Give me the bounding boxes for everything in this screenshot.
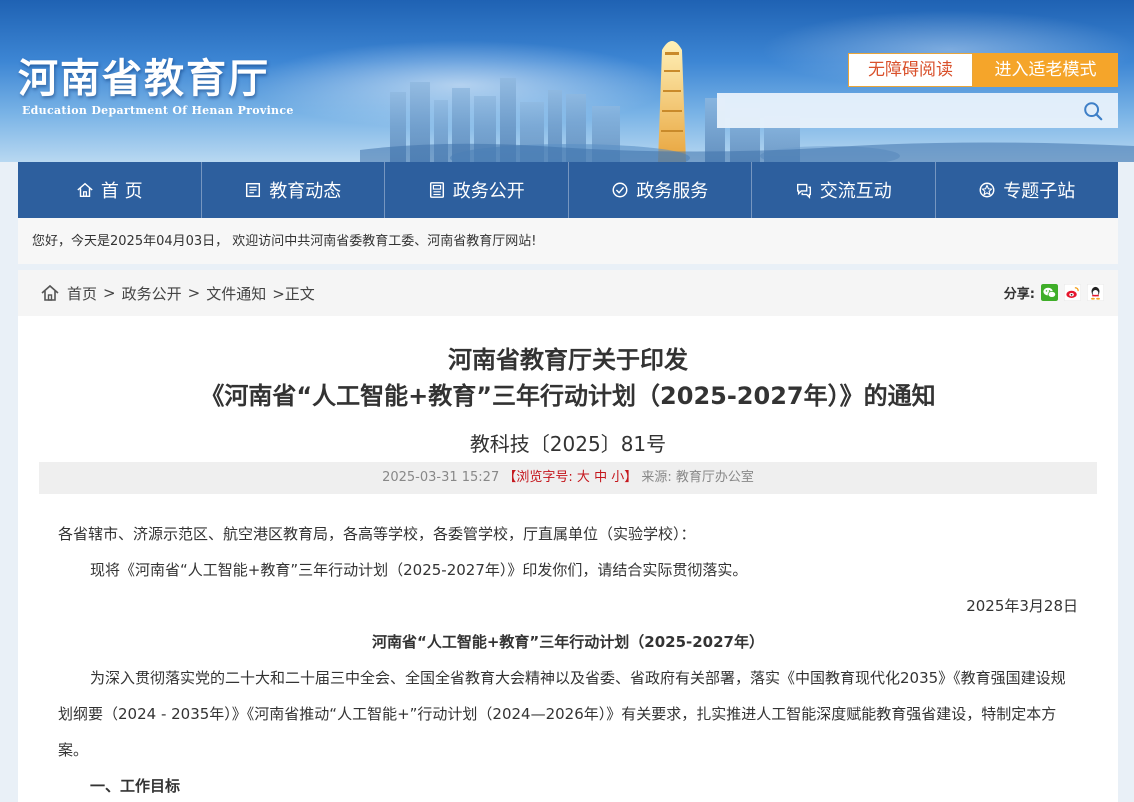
breadcrumb-notices-link[interactable]: 文件通知 xyxy=(206,283,266,304)
accessible-reading-button[interactable]: 无障碍阅读 xyxy=(848,53,973,87)
elder-mode-button[interactable]: 进入适老模式 xyxy=(973,53,1118,87)
nav-item-label: 专题子站 xyxy=(1003,181,1076,202)
site-logo-subtitle: Education Department Of Henan Province xyxy=(22,104,294,117)
article-container: 首页 > 政务公开 > 文件通知 >正文 分享: 河南省教育厅关于印发 《河南省… xyxy=(18,270,1118,802)
disclosure-icon xyxy=(429,182,444,198)
nav-item-disclosure[interactable]: 政务公开 xyxy=(385,162,569,218)
nav-item-label: 交流互动 xyxy=(819,181,892,202)
article-paragraph: 为深入贯彻落实党的二十大和二十届三中全会、全国全省教育大会精神以及省委、省政府有… xyxy=(58,669,1066,759)
nav-item-news[interactable]: 教育动态 xyxy=(202,162,385,218)
font-size-prefix: 【浏览字号: xyxy=(503,470,573,485)
breadcrumb-disclosure-link[interactable]: 政务公开 xyxy=(122,283,182,304)
article-body: 各省辖市、济源示范区、航空港区教育局，各高等学校，各委管学校，厅直属单位（实验学… xyxy=(58,516,1078,802)
publish-datetime: 2025-03-31 15:27 xyxy=(382,470,500,485)
article-paragraph: 现将《河南省“人工智能+教育”三年行动计划（2025-2027年）》印发你们，请… xyxy=(90,561,748,579)
plan-subtitle: 河南省“人工智能+教育”三年行动计划（2025-2027年） xyxy=(371,633,764,651)
article-title: 河南省教育厅关于印发 《河南省“人工智能+教育”三年行动计划（2025-2027… xyxy=(18,342,1118,414)
nav-item-label: 教育动态 xyxy=(269,181,342,202)
article-source: 来源: 教育厅办公室 xyxy=(641,470,754,485)
nav-item-interaction[interactable]: 交流互动 xyxy=(752,162,936,218)
share-label: 分享: xyxy=(1003,287,1035,302)
interaction-icon xyxy=(796,183,811,199)
breadcrumb-bar: 首页 > 政务公开 > 文件通知 >正文 分享: xyxy=(18,270,1118,316)
nav-item-label: 政务服务 xyxy=(636,181,709,202)
nav-item-home[interactable]: 首 页 xyxy=(18,162,202,218)
breadcrumb-separator: > xyxy=(187,284,201,302)
breadcrumb-home-link[interactable]: 首页 xyxy=(67,283,97,304)
share-bar: 分享: xyxy=(1004,283,1104,302)
search-input[interactable] xyxy=(717,93,1077,128)
service-icon xyxy=(612,182,628,198)
font-size-suffix: 】 xyxy=(624,470,638,485)
breadcrumb-current: >正文 xyxy=(272,284,315,303)
addressee-line: 各省辖市、济源示范区、航空港区教育局，各高等学校，各委管学校，厅直属单位（实验学… xyxy=(58,525,696,543)
main-nav: 首 页 教育动态 政务公开 政务服务 交流互动 专题子站 xyxy=(18,162,1118,218)
search-icon[interactable] xyxy=(1082,100,1104,122)
section-heading: 一、工作目标 xyxy=(90,777,181,795)
qq-icon[interactable] xyxy=(1087,284,1104,301)
site-logo-title[interactable]: 河南省教育厅 xyxy=(18,46,270,104)
article-title-line1: 河南省教育厅关于印发 xyxy=(448,346,688,374)
nav-item-label: 首 页 xyxy=(100,181,143,202)
nav-item-service[interactable]: 政务服务 xyxy=(569,162,752,218)
article-title-line2: 《河南省“人工智能+教育”三年行动计划（2025-2027年）》的通知 xyxy=(200,382,936,410)
wechat-icon[interactable] xyxy=(1041,284,1058,301)
weibo-icon[interactable] xyxy=(1064,284,1081,301)
home-icon xyxy=(77,182,93,198)
font-size-control: 【浏览字号: 大 中 小】 xyxy=(503,470,641,485)
search-box xyxy=(717,93,1118,128)
home-icon xyxy=(41,284,59,301)
article-meta-bar: 2025-03-31 15:27 【浏览字号: 大 中 小】 来源: 教育厅办公… xyxy=(39,462,1097,494)
news-icon xyxy=(246,182,261,198)
font-size-small-button[interactable]: 小 xyxy=(611,470,624,485)
nav-item-topic[interactable]: 专题子站 xyxy=(936,162,1119,218)
font-size-medium-button[interactable]: 中 xyxy=(594,470,607,485)
nav-item-label: 政务公开 xyxy=(452,181,525,202)
breadcrumb-separator: > xyxy=(103,284,116,302)
breadcrumb: 首页 > 政务公开 > 文件通知 >正文 xyxy=(40,270,315,316)
welcome-message: 您好，今天是2025年04月03日， 欢迎访问中共河南省委教育工委、河南省教育厅… xyxy=(18,218,1118,264)
site-header: 河南省教育厅 Education Department Of Henan Pro… xyxy=(0,0,1134,162)
font-size-large-button[interactable]: 大 xyxy=(577,470,590,485)
document-number: 教科技〔2025〕81号 xyxy=(469,432,667,456)
topic-icon xyxy=(979,182,995,198)
signature-date: 2025年3月28日 xyxy=(966,597,1078,615)
